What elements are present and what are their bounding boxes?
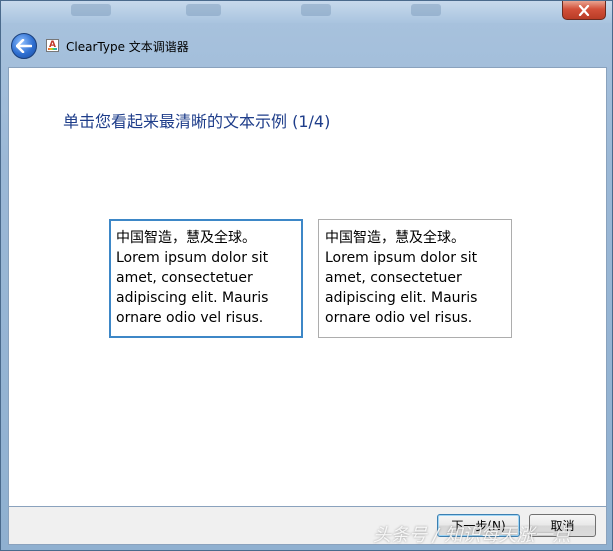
blurred-title-fragment bbox=[71, 4, 111, 16]
blurred-title-fragment bbox=[186, 4, 221, 16]
sample-latin-text: Lorem ipsum dolor sit amet, consectetuer… bbox=[325, 250, 478, 326]
sample-cjk-text: 中国智造，慧及全球。 bbox=[325, 230, 465, 246]
watermark-text: 头条号 / 知识每天涨一点 bbox=[373, 525, 571, 546]
back-arrow-icon bbox=[16, 39, 32, 53]
back-button[interactable] bbox=[11, 33, 37, 59]
sample-cjk-text: 中国智造，慧及全球。 bbox=[116, 230, 256, 246]
text-sample-1[interactable]: 中国智造，慧及全球。 Lorem ipsum dolor sit amet, c… bbox=[109, 219, 303, 338]
cleartype-window: A ClearType 文本调谐器 单击您看起来最清晰的文本示例 (1/4) 中… bbox=[0, 0, 613, 551]
text-sample-2[interactable]: 中国智造，慧及全球。 Lorem ipsum dolor sit amet, c… bbox=[318, 219, 512, 338]
window-title: ClearType 文本调谐器 bbox=[66, 40, 189, 54]
blurred-title-fragment bbox=[301, 4, 331, 16]
cleartype-app-icon: A bbox=[46, 39, 59, 52]
content-panel: 单击您看起来最清晰的文本示例 (1/4) 中国智造，慧及全球。 Lorem ip… bbox=[8, 67, 607, 507]
close-button[interactable] bbox=[562, 1, 606, 20]
close-icon bbox=[578, 4, 590, 16]
sample-latin-text: Lorem ipsum dolor sit amet, consectetuer… bbox=[116, 250, 269, 326]
navigation-bar: A ClearType 文本调谐器 bbox=[8, 28, 607, 66]
title-bar bbox=[1, 1, 612, 23]
instruction-heading: 单击您看起来最清晰的文本示例 (1/4) bbox=[63, 112, 331, 131]
blurred-title-fragment bbox=[411, 4, 441, 16]
